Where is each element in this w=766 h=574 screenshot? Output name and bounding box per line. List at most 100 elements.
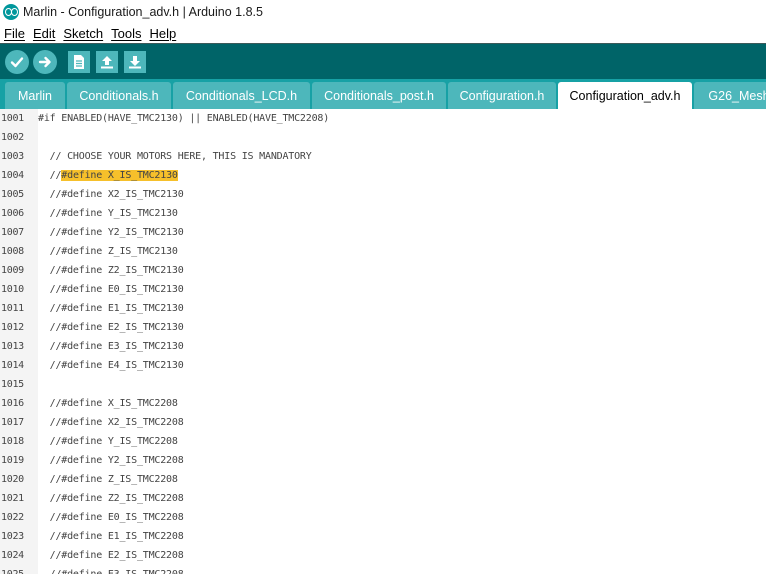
verify-button[interactable] (5, 49, 29, 74)
new-button[interactable] (68, 50, 90, 73)
code-text: //#define E4_IS_TMC2130 (38, 360, 184, 371)
menu-file[interactable]: File (4, 26, 25, 41)
code-line[interactable]: 1010 //#define E0_IS_TMC2130 (0, 280, 766, 299)
code-text: //#define E2_IS_TMC2130 (38, 322, 184, 333)
line-number: 1018 (1, 436, 24, 447)
code-text: //#define X2_IS_TMC2130 (38, 189, 184, 200)
open-button[interactable] (96, 50, 118, 73)
code-line[interactable]: 1020 //#define Z_IS_TMC2208 (0, 470, 766, 489)
code-line[interactable]: 1001 #if ENABLED(HAVE_TMC2130) || ENABLED… (0, 109, 766, 128)
code-text: //#define E1_IS_TMC2130 (38, 303, 184, 314)
code-line[interactable]: 1011 //#define E1_IS_TMC2130 (0, 299, 766, 318)
code-text: //#define X_IS_TMC2208 (38, 398, 178, 409)
line-number: 1007 (1, 227, 24, 238)
code-text: //#define X2_IS_TMC2208 (38, 417, 184, 428)
code-line[interactable]: 1003 // CHOOSE YOUR MOTORS HERE, THIS IS… (0, 147, 766, 166)
code-text: //#define Y_IS_TMC2130 (38, 208, 178, 219)
line-number: 1023 (1, 531, 24, 542)
tab-conditionals[interactable]: Conditionals.h (67, 82, 171, 109)
line-number: 1022 (1, 512, 24, 523)
line-number: 1021 (1, 493, 24, 504)
verify-icon (10, 56, 24, 67)
code-text: //#define E3_IS_TMC2208 (38, 569, 184, 574)
menu-bar: File Edit Sketch Tools Help (0, 24, 766, 43)
save-button[interactable] (124, 50, 146, 73)
code-line[interactable]: 1022 //#define E0_IS_TMC2208 (0, 508, 766, 527)
code-line[interactable]: 1009 //#define Z2_IS_TMC2130 (0, 261, 766, 280)
line-number: 1012 (1, 322, 24, 333)
code-text: //#define Z2_IS_TMC2130 (38, 265, 184, 276)
upload-button[interactable] (33, 49, 57, 74)
code-line[interactable]: 1002 (0, 128, 766, 147)
code-line[interactable]: 1024 //#define E2_IS_TMC2208 (0, 546, 766, 565)
code-text: #if ENABLED(HAVE_TMC2130) || ENABLED(HAV… (38, 113, 330, 124)
code-text: // CHOOSE YOUR MOTORS HERE, THIS IS MAND… (38, 151, 312, 162)
line-number: 1009 (1, 265, 24, 276)
line-number: 1006 (1, 208, 24, 219)
code-text: //#define Z_IS_TMC2208 (38, 474, 178, 485)
tab-marlin[interactable]: Marlin (5, 82, 65, 109)
line-number: 1015 (1, 379, 24, 390)
tab-configuration[interactable]: Configuration.h (448, 82, 556, 109)
code-text: //#define X_IS_TMC2130 (38, 170, 178, 181)
upload-icon (38, 56, 51, 67)
line-number: 1008 (1, 246, 24, 257)
code-line[interactable]: 1023 //#define E1_IS_TMC2208 (0, 527, 766, 546)
code-prefix: // (38, 170, 62, 181)
line-number: 1024 (1, 550, 24, 561)
window-title: Marlin - Configuration_adv.h | Arduino 1… (23, 5, 263, 19)
code-text: //#define E3_IS_TMC2130 (38, 341, 184, 352)
menu-sketch[interactable]: Sketch (63, 26, 103, 41)
search-highlight: #define X_IS_TMC2130 (61, 170, 178, 181)
code-line[interactable]: 1013 //#define E3_IS_TMC2130 (0, 337, 766, 356)
arduino-logo-icon (3, 4, 19, 20)
code-text: //#define E0_IS_TMC2208 (38, 512, 184, 523)
code-text: //#define Y2_IS_TMC2208 (38, 455, 184, 466)
line-number: 1019 (1, 455, 24, 466)
code-line[interactable]: 1018 //#define Y_IS_TMC2208 (0, 432, 766, 451)
code-text: //#define Y2_IS_TMC2130 (38, 227, 184, 238)
tab-configuration-adv[interactable]: Configuration_adv.h (558, 82, 692, 109)
line-number: 1025 (0, 569, 38, 574)
code-line[interactable]: 1008 //#define Z_IS_TMC2130 (0, 242, 766, 261)
line-number: 1010 (1, 284, 24, 295)
line-number: 1016 (1, 398, 24, 409)
line-number: 1013 (1, 341, 24, 352)
code-line[interactable]: 1025 //#define E3_IS_TMC2208 (0, 565, 766, 574)
menu-help[interactable]: Help (149, 26, 176, 41)
line-number: 1002 (1, 132, 24, 143)
menu-tools[interactable]: Tools (111, 26, 141, 41)
code-text: //#define E2_IS_TMC2208 (38, 550, 184, 561)
code-line[interactable]: 1007 //#define Y2_IS_TMC2130 (0, 223, 766, 242)
open-icon (101, 55, 113, 68)
line-number: 1017 (1, 417, 24, 428)
code-line[interactable]: 1019 //#define Y2_IS_TMC2208 (0, 451, 766, 470)
code-line[interactable]: 1005 //#define X2_IS_TMC2130 (0, 185, 766, 204)
code-line[interactable]: 1016 //#define X_IS_TMC2208 (0, 394, 766, 413)
line-number: 1001 (1, 113, 24, 124)
title-bar: Marlin - Configuration_adv.h | Arduino 1… (0, 0, 766, 24)
code-editor[interactable]: 1001 #if ENABLED(HAVE_TMC2130) || ENABLED… (0, 109, 766, 574)
code-text: //#define E0_IS_TMC2130 (38, 284, 184, 295)
tab-conditionals-lcd[interactable]: Conditionals_LCD.h (173, 82, 310, 109)
code-line[interactable]: 1014 //#define E4_IS_TMC2130 (0, 356, 766, 375)
code-line[interactable]: 1021 //#define Z2_IS_TMC2208 (0, 489, 766, 508)
tab-g26-mesh[interactable]: G26_Mesh (694, 82, 766, 109)
code-line[interactable]: 1015 (0, 375, 766, 394)
line-number: 1005 (1, 189, 24, 200)
tab-strip: Marlin Conditionals.h Conditionals_LCD.h… (0, 79, 766, 109)
line-number: 1003 (1, 151, 24, 162)
save-icon (129, 55, 141, 68)
menu-edit[interactable]: Edit (33, 26, 55, 41)
code-text: //#define Z2_IS_TMC2208 (38, 493, 184, 504)
code-line[interactable]: 1006 //#define Y_IS_TMC2130 (0, 204, 766, 223)
code-text: //#define E1_IS_TMC2208 (38, 531, 184, 542)
code-line[interactable]: 1012 //#define E2_IS_TMC2130 (0, 318, 766, 337)
line-number: 1020 (1, 474, 24, 485)
code-line[interactable]: 1017 //#define X2_IS_TMC2208 (0, 413, 766, 432)
code-text: //#define Y_IS_TMC2208 (38, 436, 178, 447)
code-line[interactable]: 1004 //#define X_IS_TMC2130 (0, 166, 766, 185)
line-number: 1014 (1, 360, 24, 371)
new-icon (74, 54, 84, 69)
tab-conditionals-post[interactable]: Conditionals_post.h (312, 82, 446, 109)
